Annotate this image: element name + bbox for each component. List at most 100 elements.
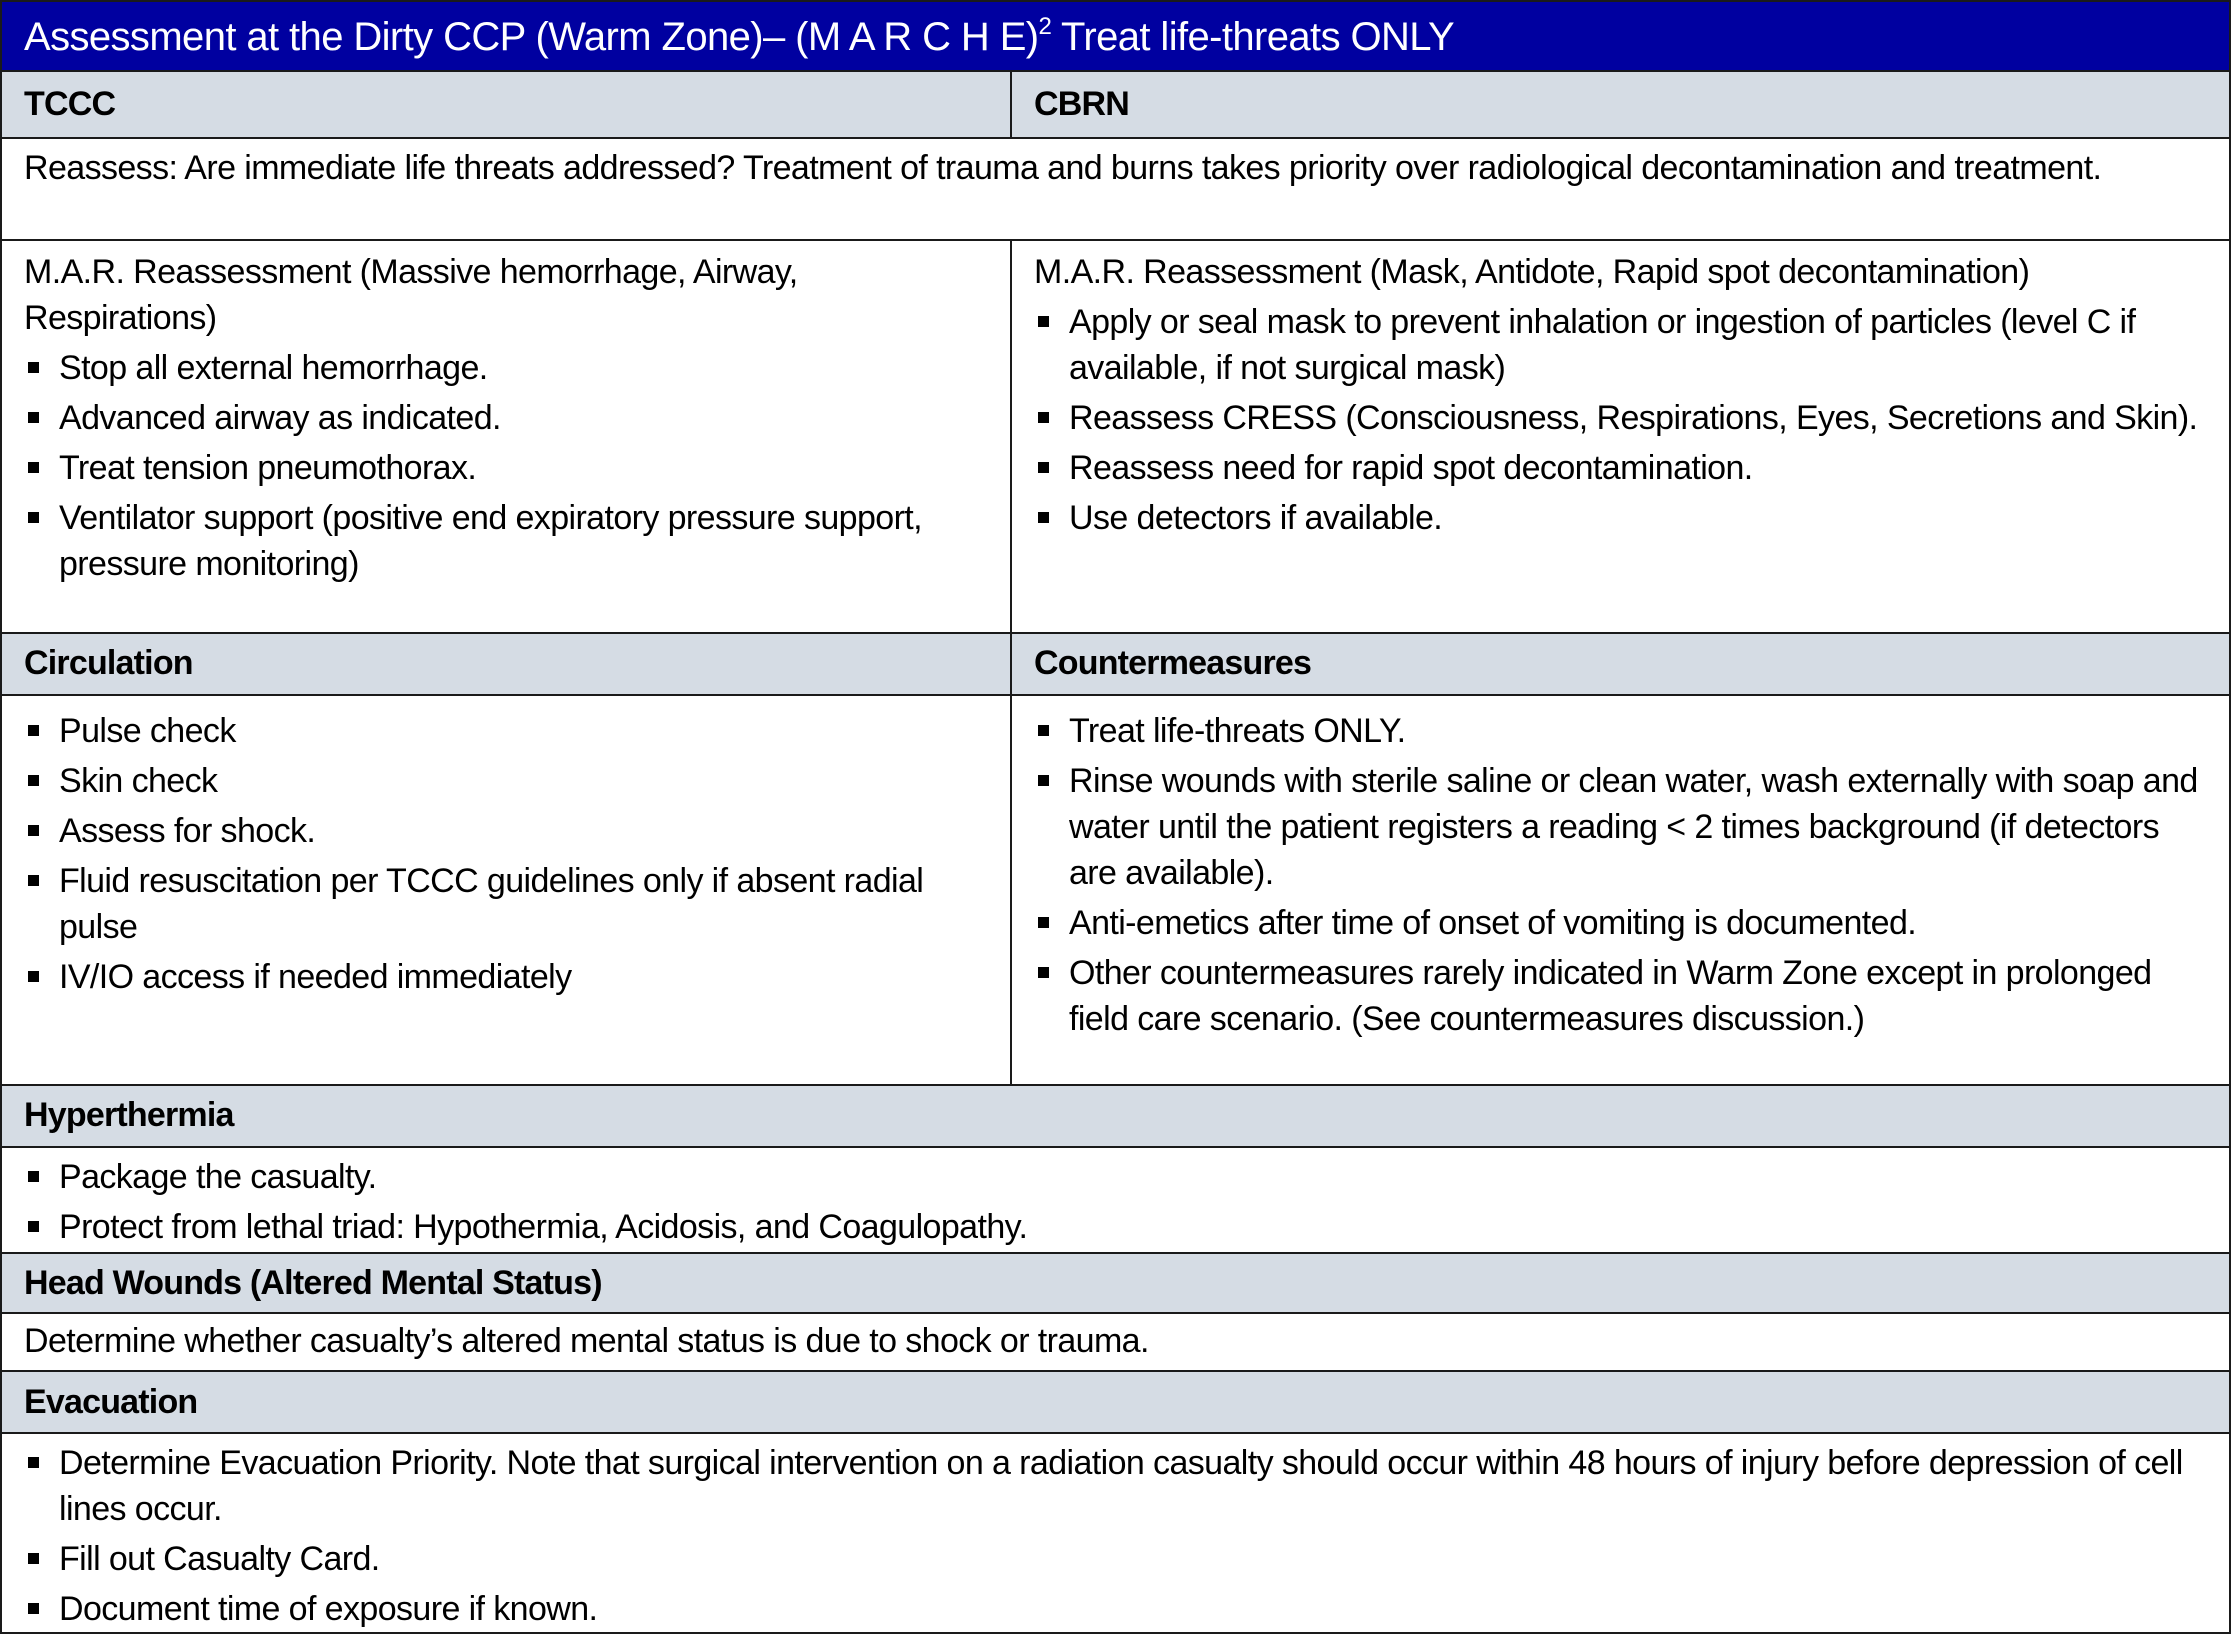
list-item: Apply or seal mask to prevent inhalation…: [1034, 299, 2209, 391]
list-item: Treat life-threats ONLY.: [1034, 708, 2209, 754]
mar-tccc-cell: M.A.R. Reassessment (Massive hemorrhage,…: [2, 240, 1012, 632]
list-item-text: Rinse wounds with sterile saline or clea…: [1069, 761, 2198, 892]
list-item: Skin check: [24, 758, 990, 804]
head-wounds-header-row: Head Wounds (Altered Mental Status): [2, 1254, 2229, 1315]
square-bullet-icon: [1038, 916, 1049, 928]
reassess-row: Reassess: Are immediate life threats add…: [2, 139, 2229, 241]
list-item: Document time of exposure if known.: [24, 1586, 2209, 1632]
mar-cbrn-cell: M.A.R. Reassessment (Mask, Antidote, Rap…: [1012, 241, 2229, 632]
square-bullet-icon: [28, 874, 39, 886]
table-title: Assessment at the Dirty CCP (Warm Zone)–…: [2, 2, 2229, 72]
square-bullet-icon: [28, 511, 39, 523]
list-item-text: Treat tension pneumothorax.: [59, 448, 477, 487]
countermeasures-list: Treat life-threats ONLY. Rinse wounds wi…: [1034, 708, 2209, 1042]
evacuation-header-row: Evacuation: [2, 1372, 2229, 1434]
list-item: Other countermeasures rarely indicated i…: [1034, 950, 2209, 1042]
list-item-text: Pulse check: [59, 711, 236, 750]
column-header-row: TCCC CBRN: [2, 72, 2229, 139]
list-item: Protect from lethal triad: Hypothermia, …: [24, 1204, 2209, 1250]
square-bullet-icon: [28, 1220, 39, 1232]
list-item-text: Skin check: [59, 761, 218, 800]
square-bullet-icon: [28, 1170, 39, 1182]
square-bullet-icon: [28, 774, 39, 786]
list-item: IV/IO access if needed immediately: [24, 954, 990, 1000]
list-item-text: Apply or seal mask to prevent inhalation…: [1069, 302, 2136, 387]
list-item-text: Document time of exposure if known.: [59, 1589, 598, 1628]
list-item-text: Reassess need for rapid spot decontamina…: [1069, 448, 1753, 487]
list-item: Reassess CRESS (Consciousness, Respirati…: [1034, 395, 2209, 441]
square-bullet-icon: [28, 1552, 39, 1564]
hyperthermia-heading: Hyperthermia: [24, 1096, 234, 1135]
square-bullet-icon: [1038, 461, 1049, 473]
reassess-text: Reassess: Are immediate life threats add…: [24, 148, 2102, 187]
list-item: Pulse check: [24, 708, 990, 754]
list-item: Ventilator support (positive end expirat…: [24, 495, 990, 587]
list-item-text: Assess for shock.: [59, 811, 316, 850]
mar-cbrn-list: Apply or seal mask to prevent inhalation…: [1034, 299, 2209, 541]
square-bullet-icon: [1038, 724, 1049, 736]
square-bullet-icon: [28, 1602, 39, 1614]
list-item-text: Anti-emetics after time of onset of vomi…: [1069, 903, 1917, 942]
hyperthermia-row: Package the casualty. Protect from letha…: [2, 1148, 2229, 1255]
list-item-text: Treat life-threats ONLY.: [1069, 711, 1406, 750]
list-item-text: Use detectors if available.: [1069, 498, 1443, 537]
square-bullet-icon: [1038, 315, 1049, 327]
list-item: Reassess need for rapid spot decontamina…: [1034, 445, 2209, 491]
circulation-row: Pulse check Skin check Assess for shock.…: [2, 695, 2229, 1086]
square-bullet-icon: [28, 824, 39, 836]
list-item: Determine Evacuation Priority. Note that…: [24, 1440, 2209, 1532]
head-wounds-heading: Head Wounds (Altered Mental Status): [24, 1263, 603, 1302]
list-item: Stop all external hemorrhage.: [24, 345, 990, 391]
evacuation-cell: Determine Evacuation Priority. Note that…: [2, 1434, 2229, 1632]
square-bullet-icon: [28, 724, 39, 736]
title-suffix: Treat life-threats ONLY: [1051, 15, 1455, 59]
countermeasures-heading: Countermeasures: [1034, 644, 1312, 683]
mar-cbrn-intro: M.A.R. Reassessment (Mask, Antidote, Rap…: [1034, 252, 2030, 291]
square-bullet-icon: [1038, 511, 1049, 523]
title-prefix: Assessment at the Dirty CCP (Warm Zone)–…: [24, 15, 1039, 59]
list-item-text: Fill out Casualty Card.: [59, 1539, 380, 1578]
column-header-tccc: TCCC: [2, 72, 1012, 137]
list-item: Fill out Casualty Card.: [24, 1536, 2209, 1582]
hyperthermia-cell: Package the casualty. Protect from letha…: [2, 1148, 2229, 1253]
mar-tccc-intro: M.A.R. Reassessment (Massive hemorrhage,…: [24, 252, 798, 337]
head-wounds-text: Determine whether casualty’s altered men…: [24, 1322, 1149, 1361]
circulation-header-row: Circulation Countermeasures: [2, 633, 2229, 696]
assessment-table: Assessment at the Dirty CCP (Warm Zone)–…: [0, 0, 2231, 1634]
list-item-text: Reassess CRESS (Consciousness, Respirati…: [1069, 398, 2198, 437]
list-item-text: Ventilator support (positive end expirat…: [59, 498, 923, 583]
list-item: Anti-emetics after time of onset of vomi…: [1034, 900, 2209, 946]
square-bullet-icon: [1038, 774, 1049, 786]
evacuation-list: Determine Evacuation Priority. Note that…: [24, 1440, 2209, 1632]
circulation-heading: Circulation: [2, 633, 1012, 694]
list-item: Fluid resuscitation per TCCC guidelines …: [24, 858, 990, 950]
head-wounds-row: Determine whether casualty’s altered men…: [2, 1314, 2229, 1373]
evacuation-heading: Evacuation: [24, 1382, 198, 1421]
square-bullet-icon: [28, 970, 39, 982]
square-bullet-icon: [28, 411, 39, 423]
list-item: Package the casualty.: [24, 1154, 2209, 1200]
column-header-cbrn: CBRN: [1034, 84, 1130, 123]
circulation-list: Pulse check Skin check Assess for shock.…: [24, 708, 990, 1000]
list-item: Rinse wounds with sterile saline or clea…: [1034, 758, 2209, 896]
square-bullet-icon: [1038, 966, 1049, 978]
evacuation-row: Determine Evacuation Priority. Note that…: [2, 1434, 2229, 1632]
list-item-text: Stop all external hemorrhage.: [59, 348, 488, 387]
mar-row: M.A.R. Reassessment (Massive hemorrhage,…: [2, 240, 2229, 634]
list-item: Treat tension pneumothorax.: [24, 445, 990, 491]
list-item-text: Advanced airway as indicated.: [59, 398, 501, 437]
list-item: Use detectors if available.: [1034, 495, 2209, 541]
list-item-text: IV/IO access if needed immediately: [59, 957, 572, 996]
square-bullet-icon: [28, 461, 39, 473]
hyperthermia-list: Package the casualty. Protect from letha…: [24, 1154, 2209, 1250]
square-bullet-icon: [28, 1456, 39, 1468]
list-item-text: Determine Evacuation Priority. Note that…: [59, 1443, 2183, 1528]
mar-tccc-list: Stop all external hemorrhage. Advanced a…: [24, 345, 990, 587]
square-bullet-icon: [28, 361, 39, 373]
hyperthermia-header-row: Hyperthermia: [2, 1085, 2229, 1148]
list-item: Assess for shock.: [24, 808, 990, 854]
list-item-text: Package the casualty.: [59, 1157, 377, 1196]
circulation-cell: Pulse check Skin check Assess for shock.…: [2, 695, 1012, 1084]
title-superscript: 2: [1038, 13, 1052, 40]
square-bullet-icon: [1038, 411, 1049, 423]
